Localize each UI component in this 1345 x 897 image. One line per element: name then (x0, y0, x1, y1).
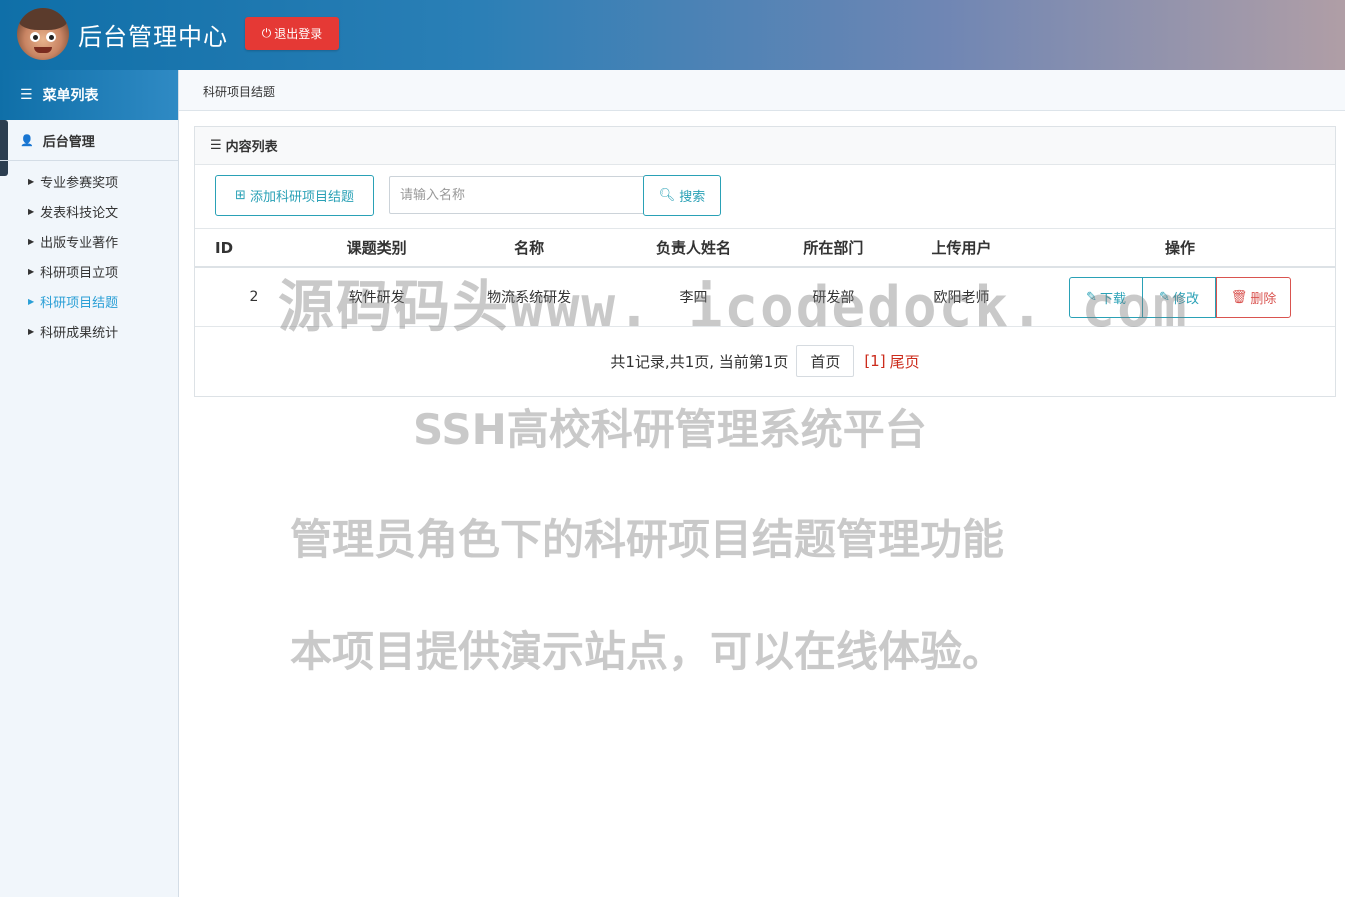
cell-actions: ✎ 下载 ✎ 修改 🗑︎ 删除 (1025, 267, 1335, 327)
sidebar: ☰ 菜单列表 👤 后台管理 ▶ 专业参赛奖项 ▶ 发表科技论文 ▶ 出版专业著作… (0, 70, 179, 897)
admin-avatar (17, 8, 69, 60)
sidebar-item-label: 科研成果统计 (40, 325, 119, 341)
sidebar-item-books[interactable]: ▶ 出版专业著作 (0, 226, 178, 256)
column-header-owner: 负责人姓名 (618, 228, 769, 268)
caret-right-icon: ▶ (28, 176, 35, 186)
row-actions: ✎ 下载 ✎ 修改 🗑︎ 删除 (1069, 276, 1292, 318)
pagination: 共1记录,共1页, 当前第1页 首页 [1] 尾页 (195, 345, 1335, 377)
sidebar-item-label: 出版专业著作 (40, 235, 119, 251)
add-project-closing-button[interactable]: ⊞ 添加科研项目结题 (215, 175, 374, 216)
first-page-button[interactable]: 首页 (796, 345, 855, 377)
trash-icon: 🗑︎ (1230, 289, 1248, 305)
cell-dept: 研发部 (768, 267, 898, 327)
column-header-category: 课题类别 (313, 228, 441, 268)
caret-right-icon: ▶ (28, 326, 35, 336)
cell-user: 欧阳老师 (897, 267, 1026, 327)
sidebar-item-label: 发表科技论文 (40, 205, 119, 221)
logout-button[interactable]: ⏻ 退出登录 (245, 17, 339, 50)
cell-id: 2 (195, 267, 313, 327)
edit-button[interactable]: ✎ 修改 (1143, 276, 1217, 318)
sidebar-item-project-setup[interactable]: ▶ 科研项目立项 (0, 256, 178, 286)
cell-name: 物流系统研发 (440, 267, 619, 327)
sidebar-item-project-closing[interactable]: ▶ 科研项目结题 (0, 286, 178, 316)
column-header-name: 名称 (440, 228, 619, 268)
cell-category: 软件研发 (313, 267, 441, 327)
group-title: 后台管理 (42, 134, 95, 150)
caret-right-icon: ▶ (28, 266, 35, 276)
caret-right-icon: ▶ (28, 236, 35, 246)
panel-header: ☰ 内容列表 (195, 127, 1335, 165)
sidebar-item-statistics[interactable]: ▶ 科研成果统计 (0, 316, 178, 346)
plus-square-icon: ⊞ (235, 188, 246, 203)
list-icon: ☰ (20, 87, 33, 103)
download-label: 下载 (1100, 291, 1127, 307)
sidebar-item-label: 专业参赛奖项 (40, 175, 119, 191)
bars-icon: ☰ (210, 138, 222, 153)
table-header-row: ID 课题类别 名称 负责人姓名 所在部门 上传用户 操作 (195, 228, 1335, 268)
search-button[interactable]: 🔍︎ 搜索 (643, 175, 721, 216)
edit-icon: ✎ (1086, 289, 1097, 305)
toolbar: ⊞ 添加科研项目结题 🔍︎ 搜索 (195, 165, 1335, 228)
power-icon: ⏻ (261, 26, 272, 40)
watermark-system-name: SSH高校科研管理系统平台 (413, 405, 927, 454)
search-input[interactable] (389, 176, 649, 214)
delete-button[interactable]: 🗑︎ 删除 (1216, 276, 1292, 318)
watermark-feature: 管理员角色下的科研项目结题管理功能 (290, 515, 1005, 564)
column-header-user: 上传用户 (897, 228, 1026, 268)
search-icon: 🔍︎ (658, 188, 676, 203)
panel-title: 内容列表 (225, 140, 278, 155)
breadcrumb-current: 科研项目结题 (203, 85, 276, 99)
caret-right-icon: ▶ (28, 206, 35, 216)
download-button[interactable]: ✎ 下载 (1069, 276, 1144, 318)
edit-icon: ✎ (1159, 289, 1170, 305)
user-icon: 👤 (20, 133, 34, 147)
column-header-id: ID (195, 228, 313, 268)
delete-label: 删除 (1250, 291, 1277, 307)
add-button-label: 添加科研项目结题 (249, 190, 354, 205)
sidebar-item-awards[interactable]: ▶ 专业参赛奖项 (0, 166, 178, 196)
app-title: 后台管理中心 (78, 23, 228, 51)
column-header-actions: 操作 (1025, 228, 1335, 268)
sidebar-item-label: 科研项目立项 (40, 265, 119, 281)
current-page-link[interactable]: [1] (864, 352, 885, 370)
logout-label: 退出登录 (274, 27, 323, 41)
top-header: 后台管理中心 ⏻ 退出登录 (0, 0, 1345, 70)
data-table: ID 课题类别 名称 负责人姓名 所在部门 上传用户 操作 2 软件研发 物流系… (195, 228, 1335, 327)
sidebar-group-admin[interactable]: 👤 后台管理 (0, 120, 178, 161)
pagination-summary: 共1记录,共1页, 当前第1页 (610, 352, 789, 371)
sidebar-items: ▶ 专业参赛奖项 ▶ 发表科技论文 ▶ 出版专业著作 ▶ 科研项目立项 ▶ 科研… (0, 166, 178, 346)
breadcrumb: 科研项目结题 (179, 70, 1345, 111)
last-page-link[interactable]: 尾页 (890, 351, 920, 372)
caret-right-icon: ▶ (28, 296, 35, 306)
menu-title: 菜单列表 (42, 88, 99, 104)
cell-owner: 李四 (618, 267, 769, 327)
search-button-label: 搜索 (679, 190, 706, 205)
table-row: 2 软件研发 物流系统研发 李四 研发部 欧阳老师 ✎ 下载 ✎ 修改 🗑︎ 删… (195, 267, 1335, 327)
content-panel: ☰ 内容列表 ⊞ 添加科研项目结题 🔍︎ 搜索 ID 课题类别 名称 负责人姓名… (194, 126, 1336, 397)
column-header-dept: 所在部门 (768, 228, 898, 268)
sidebar-item-label: 科研项目结题 (40, 295, 119, 311)
watermark-demo: 本项目提供演示站点，可以在线体验。 (290, 627, 1005, 676)
sidebar-item-papers[interactable]: ▶ 发表科技论文 (0, 196, 178, 226)
edit-label: 修改 (1173, 291, 1200, 307)
menu-header: ☰ 菜单列表 (0, 70, 178, 120)
